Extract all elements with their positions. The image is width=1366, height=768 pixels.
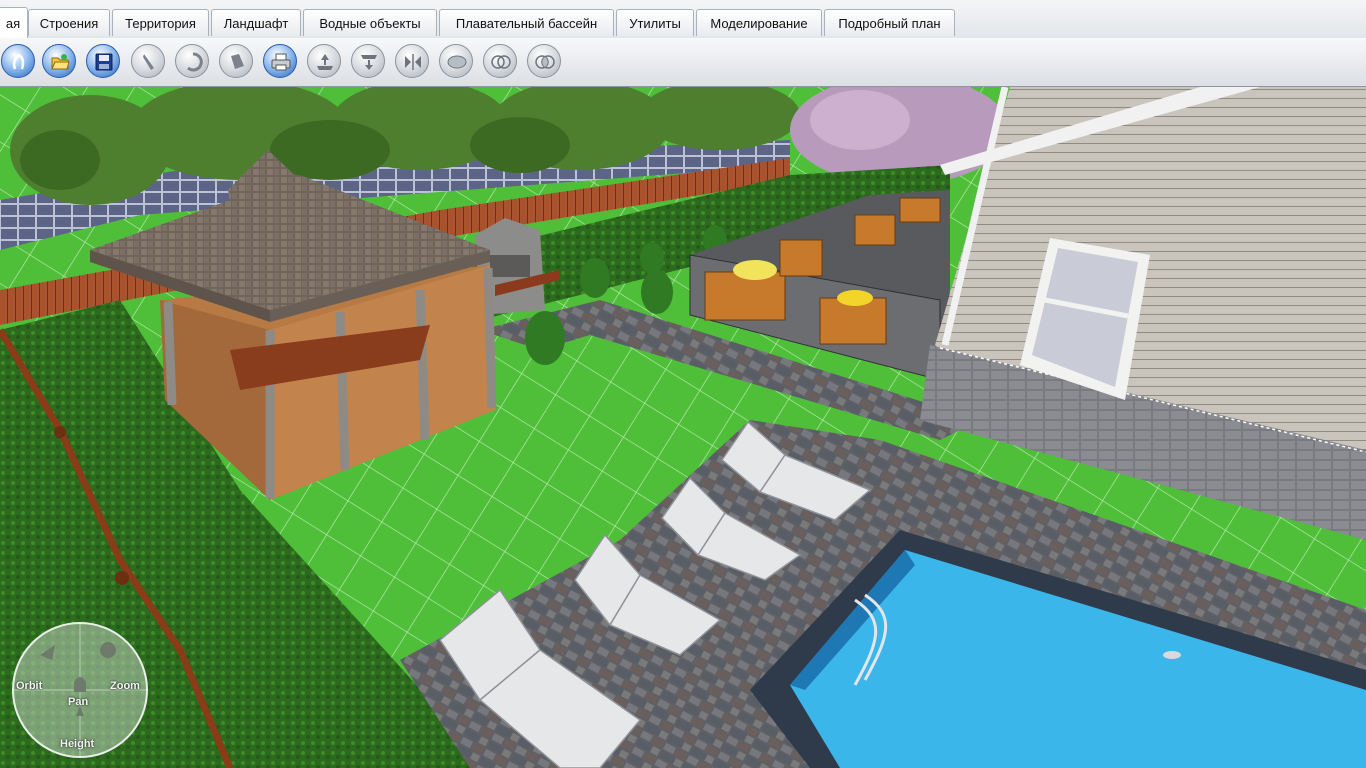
lower-icon[interactable] — [351, 44, 385, 78]
height-label[interactable]: Height — [60, 738, 94, 750]
tab-detailed-plan[interactable]: Подробный план — [824, 9, 955, 36]
paint-icon[interactable] — [219, 44, 253, 78]
join-icon[interactable] — [439, 44, 473, 78]
tab-modeling[interactable]: Моделирование — [696, 9, 822, 36]
tab-territory[interactable]: Территория — [112, 9, 209, 36]
zoom-label[interactable]: Zoom — [110, 680, 140, 692]
tab-home[interactable]: ая — [0, 7, 28, 38]
subtract-icon[interactable] — [483, 44, 517, 78]
tab-swimming-pool[interactable]: Плавательный бассейн — [439, 9, 614, 36]
mirror-icon[interactable] — [395, 44, 429, 78]
3d-viewport[interactable] — [0, 87, 1366, 768]
tab-utilities[interactable]: Утилиты — [616, 9, 694, 36]
open-folder-icon[interactable] — [42, 44, 76, 78]
tab-structures[interactable]: Строения — [28, 9, 110, 36]
save-icon[interactable] — [86, 44, 120, 78]
rotate-icon[interactable] — [175, 44, 209, 78]
tab-bar: ая Строения Территория Ландшафт Водные о… — [0, 0, 1366, 39]
toolbar — [0, 38, 1366, 87]
intersect-icon[interactable] — [527, 44, 561, 78]
print-icon[interactable] — [263, 44, 297, 78]
tab-water-features[interactable]: Водные объекты — [303, 9, 437, 36]
select-icon[interactable] — [1, 44, 35, 78]
raise-icon[interactable] — [307, 44, 341, 78]
pan-label[interactable]: Pan — [68, 696, 88, 708]
orbit-label[interactable]: Orbit — [16, 680, 42, 692]
navigation-widget[interactable]: Orbit Pan Zoom Height — [10, 620, 150, 760]
pencil-icon[interactable] — [131, 44, 165, 78]
tab-landscape[interactable]: Ландшафт — [211, 9, 301, 36]
